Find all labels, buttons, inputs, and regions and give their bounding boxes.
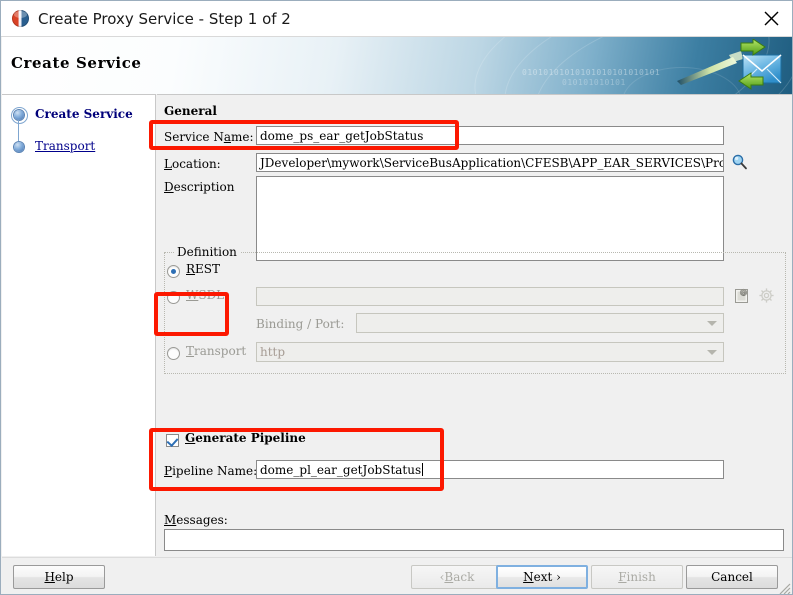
description-textarea[interactable] [256,176,724,261]
sidebar-item-transport[interactable]: Transport [2,133,155,159]
pipeline-name-value: dome_pl_ear_getJobStatus [260,462,422,477]
step-node-icon [11,106,28,141]
binding-port-combo[interactable] [356,313,724,333]
rest-label: REST [186,262,221,276]
chevron-down-icon [707,350,717,355]
text-cursor [422,463,424,476]
svg-text:@: @ [741,290,746,296]
dialog-body: Create Service Transport General Service… [2,94,792,556]
chevron-down-icon [707,321,717,326]
create-proxy-service-dialog: Create Proxy Service - Step 1 of 2 01010… [0,0,793,595]
next-button[interactable]: Next › [496,565,588,589]
binding-port-label: Binding / Port: [256,317,345,331]
gear-icon[interactable] [757,286,776,305]
finish-button: Finish [591,565,683,589]
generate-pipeline-checkbox[interactable] [166,434,179,447]
back-button: ‹ Back [411,565,503,589]
generate-pipeline-label: Generate Pipeline [185,431,306,445]
wsdl-input[interactable] [256,287,724,306]
sidebar-item-create-service[interactable]: Create Service [2,101,155,141]
transport-combo[interactable]: http [256,342,724,362]
rest-radio[interactable] [167,265,180,278]
messages-label: Messages: [164,513,228,527]
service-name-input[interactable]: dome_ps_ear_getJobStatus [256,126,724,145]
dialog-button-bar: Help ‹ Back Next › Finish Cancel [2,557,792,594]
close-icon[interactable] [748,1,792,36]
banner-binary-text: 010101010101 [562,78,626,87]
definition-group-title: Definition [174,245,240,259]
wsdl-label: WSDL: [186,288,229,302]
description-label: Description [164,180,235,194]
browse-document-icon[interactable]: @ [732,286,751,305]
location-label: Location: [164,157,221,171]
cancel-button[interactable]: Cancel [686,565,778,589]
page-title: Create Service [11,54,142,72]
sidebar-item-label: Transport [35,139,96,153]
banner-binary-text: 01010101010101010101010101 [522,68,661,77]
resize-grip[interactable] [778,580,791,594]
pipeline-name-input[interactable]: dome_pl_ear_getJobStatus [256,460,724,479]
service-name-label: Service Name: [164,130,254,144]
pipeline-name-label: Pipeline Name: [164,464,258,478]
wizard-banner: 01010101010101010101010101 010101010101 … [2,37,792,94]
wsdl-radio[interactable] [167,291,180,304]
oracle-jdeveloper-icon [12,10,29,27]
title-bar: Create Proxy Service - Step 1 of 2 [1,1,792,37]
help-button[interactable]: Help [13,565,105,589]
location-input[interactable]: JDeveloper\mywork\ServiceBusApplication\… [256,153,724,172]
step-node-icon [12,139,27,154]
wizard-content-pane: General Service Name: dome_ps_ear_getJob… [157,94,792,556]
envelope-with-arrows-icon [671,38,787,94]
magnifier-icon[interactable] [730,152,749,171]
sidebar-item-label: Create Service [35,107,133,121]
transport-label: Transport [186,344,247,358]
transport-value: http [260,345,286,359]
transport-radio[interactable] [167,347,180,360]
window-title: Create Proxy Service - Step 1 of 2 [38,9,291,28]
messages-textarea [164,529,784,551]
wizard-steps-sidebar: Create Service Transport [2,94,156,556]
general-section-title: General [164,104,217,118]
